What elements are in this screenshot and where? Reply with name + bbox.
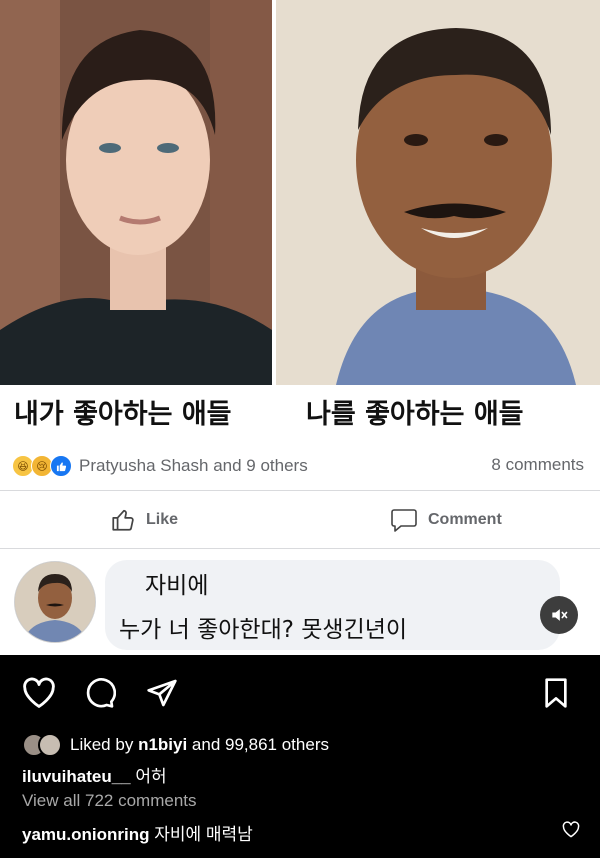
comment-count[interactable]: 8 comments <box>491 455 584 475</box>
commenter-avatar[interactable] <box>14 561 96 643</box>
speaker-muted-icon <box>552 609 568 621</box>
top-comment: yamu.onionring 자비에 매력남 <box>22 820 253 845</box>
bookmark-icon[interactable] <box>542 677 570 709</box>
comment-icon[interactable] <box>84 677 116 709</box>
caption-right: 나를 좋아하는 애들 <box>306 399 524 430</box>
instagram-post-footer: Liked by n1biyi and 99,861 others iluvui… <box>0 655 600 858</box>
comment-body: 자비에 매력남 <box>154 825 253 844</box>
like-icon <box>50 455 72 477</box>
thumbs-up-icon <box>112 509 134 531</box>
reactors-text[interactable]: Pratyusha Shash and 9 others <box>79 456 308 476</box>
reaction-summary[interactable]: 😆 😢 Pratyusha Shash and 9 others <box>12 455 308 477</box>
liked-by-text: Liked by n1biyi and 99,861 others <box>70 735 329 755</box>
right-photo-mustache-man <box>276 0 600 385</box>
post-caption: iluvuihateu__ 어허 <box>22 762 167 787</box>
liked-by-user[interactable]: n1biyi <box>138 735 187 754</box>
caption-username[interactable]: iluvuihateu__ <box>22 767 131 786</box>
liker-avatar <box>38 733 62 757</box>
heart-icon[interactable] <box>22 677 56 709</box>
facebook-post-screenshot: 내가 좋아하는 애들 나를 좋아하는 애들 😆 😢 Pratyusha Shas… <box>0 0 600 655</box>
mute-button[interactable] <box>540 596 578 634</box>
liked-by-row[interactable]: Liked by n1biyi and 99,861 others <box>22 733 329 757</box>
liked-by-prefix: Liked by <box>70 735 134 754</box>
caption-text: 어허 <box>135 767 167 786</box>
comment-button[interactable]: Comment <box>390 507 502 533</box>
comment-label: Comment <box>428 511 502 528</box>
divider <box>0 548 600 549</box>
comment-text: 누가 너 좋아한대? 못생긴년이 <box>119 617 408 643</box>
commenter-name[interactable]: 자비에 <box>145 566 208 600</box>
view-all-comments-link[interactable]: View all 722 comments <box>22 791 197 811</box>
comment-bubble: 자비에 누가 너 좋아한대? 못생긴년이 <box>105 560 560 650</box>
comment-username[interactable]: yamu.onionring <box>22 825 150 844</box>
share-icon[interactable] <box>146 677 178 709</box>
comment-like-heart-icon[interactable] <box>562 821 580 838</box>
left-photo-young-man <box>0 0 272 385</box>
like-label: Like <box>146 511 179 528</box>
divider <box>0 490 600 491</box>
like-button[interactable]: Like <box>110 507 178 533</box>
speech-bubble-icon <box>391 509 417 532</box>
liked-by-suffix[interactable]: and 99,861 others <box>192 735 329 754</box>
caption-left: 내가 좋아하는 애들 <box>14 399 232 430</box>
